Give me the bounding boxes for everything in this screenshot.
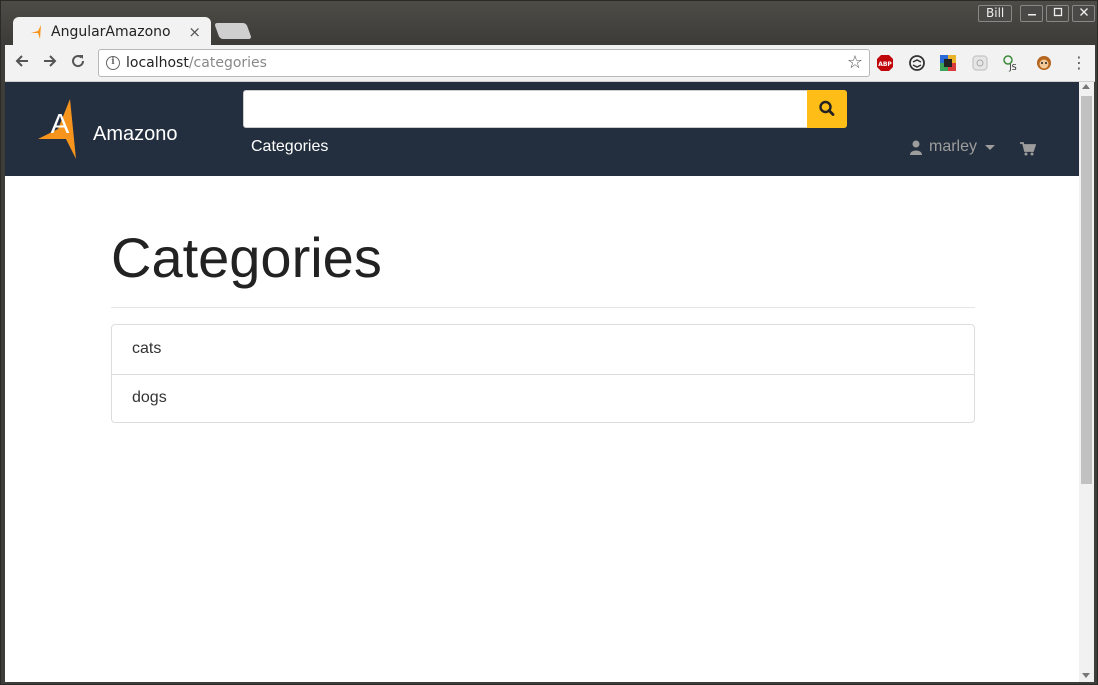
forward-button[interactable] [39,52,61,74]
forward-arrow-icon [44,55,57,67]
browser-window: AngularAmazono × Bill i localhost/catego… [0,0,1098,685]
monkey-icon[interactable] [1035,54,1053,72]
list-item[interactable]: dogs [112,374,974,422]
site-navbar: A Amazono Categories marley [5,82,1079,176]
search-input[interactable] [243,90,808,128]
back-arrow-icon [15,55,28,67]
scroll-down-icon[interactable] [1082,673,1090,678]
reload-button[interactable] [67,52,89,74]
scrollbar-thumb[interactable] [1081,96,1092,484]
brand-name: Amazono [93,122,178,145]
tab-title: AngularAmazono [51,23,171,40]
user-name: marley [929,138,978,155]
search-button[interactable] [807,90,847,128]
minimize-icon [1027,14,1036,16]
url-path: /categories [188,55,267,71]
address-bar[interactable]: i localhost/categories ☆ [98,49,870,77]
vertical-scrollbar[interactable] [1079,82,1094,682]
user-icon [910,140,922,155]
url-host: localhost [126,55,189,71]
svg-text:ABP: ABP [878,61,892,68]
svg-text:JS: JS [1008,63,1016,72]
title-bar: AngularAmazono × Bill [1,1,1097,46]
back-button[interactable] [11,52,33,74]
shopping-cart-icon [1020,142,1037,156]
close-tab-icon[interactable]: × [188,23,201,41]
cart-button[interactable] [1020,141,1037,160]
search-icon [819,100,835,116]
divider [111,307,975,308]
svg-text:A: A [51,108,70,139]
reload-icon [72,55,85,68]
color-picker-icon[interactable] [939,54,957,72]
browser-tab[interactable]: AngularAmazono × [13,17,211,46]
url-text[interactable]: localhost/categories [126,55,267,71]
js-icon[interactable]: JS [1002,54,1020,72]
adblock-icon[interactable]: ABP [876,54,894,72]
close-window-button[interactable] [1072,5,1095,22]
category-list: cats dogs [111,324,975,423]
scroll-up-icon[interactable] [1082,84,1090,89]
puzzle-icon[interactable] [971,54,989,72]
page-viewport: A Amazono Categories marley Categories c… [5,82,1079,682]
info-icon[interactable]: i [106,56,120,70]
page-title: Categories [111,226,382,289]
bookmark-star-icon[interactable]: ☆ [847,52,863,73]
window-user-label[interactable]: Bill [978,5,1013,22]
caret-down-icon [985,144,996,150]
maximize-button[interactable] [1046,5,1069,22]
browser-toolbar: i localhost/categories ☆ ABP JS ⋮ [5,45,1095,82]
nav-link-categories[interactable]: Categories [251,138,328,156]
close-icon [1079,8,1088,16]
amazono-logo-icon: A [38,99,76,159]
sync-icon[interactable] [908,54,926,72]
angular-amazono-favicon [31,24,41,39]
brand-link[interactable]: A Amazono [38,99,178,159]
user-dropdown[interactable]: marley [910,138,996,156]
new-tab-button[interactable] [214,23,252,39]
list-item[interactable]: cats [112,325,974,374]
browser-menu-icon[interactable]: ⋮ [1071,53,1087,73]
maximize-icon [1053,7,1062,17]
minimize-button[interactable] [1020,5,1043,22]
search-form [243,90,847,128]
